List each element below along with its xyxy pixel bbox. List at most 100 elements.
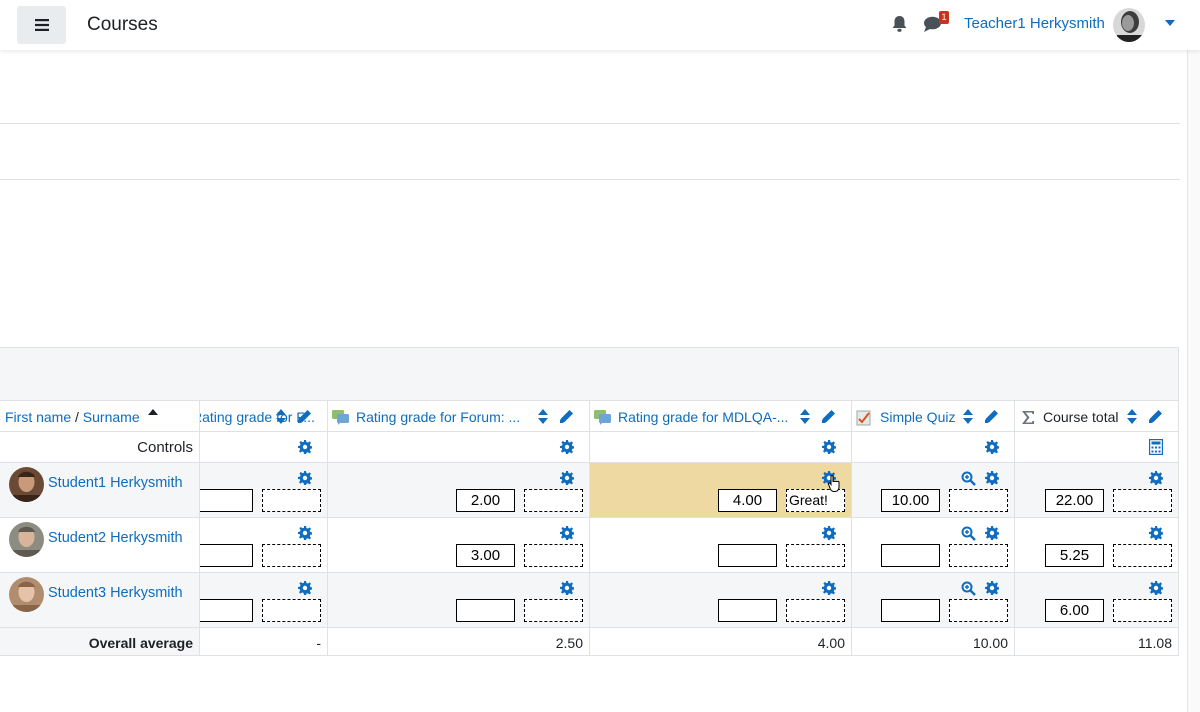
student-name-link[interactable]: Student2 Herkysmith	[48, 530, 183, 546]
grade-input[interactable]	[881, 544, 940, 567]
grade-cell: 22.00	[1015, 463, 1179, 517]
sort-icon[interactable]	[800, 409, 810, 424]
user-avatar[interactable]	[1113, 8, 1145, 42]
grade-cell	[852, 518, 1015, 572]
page-scrollbar[interactable]	[1187, 50, 1200, 712]
gear-icon[interactable]	[822, 440, 836, 454]
grade-input[interactable]	[718, 544, 777, 567]
grade-input[interactable]	[456, 599, 515, 622]
col5-header-label: Course total	[1043, 409, 1119, 425]
feedback-input[interactable]	[262, 544, 321, 567]
grade-cell: 2.00	[328, 463, 590, 517]
sort-icon[interactable]	[963, 409, 973, 424]
bell-icon[interactable]	[891, 15, 908, 33]
col2-header-link[interactable]: Rating grade for Forum: ...	[356, 409, 520, 425]
grade-input[interactable]: 2.00	[456, 489, 515, 512]
grade-input[interactable]	[718, 599, 777, 622]
sort-first-name-link[interactable]: First name	[5, 409, 71, 425]
gear-icon[interactable]	[822, 581, 836, 595]
grade-cell: 10.00	[852, 463, 1015, 517]
user-menu-caret-icon[interactable]	[1165, 20, 1175, 26]
sort-icon[interactable]	[1127, 409, 1137, 424]
grade-cell: 6.00	[1015, 573, 1179, 627]
gear-icon[interactable]	[985, 440, 999, 454]
feedback-input[interactable]	[949, 544, 1008, 567]
grade-input[interactable]	[881, 599, 940, 622]
zoom-in-icon[interactable]	[961, 471, 976, 486]
student-avatar[interactable]	[9, 522, 44, 557]
feedback-input[interactable]	[1113, 544, 1172, 567]
feedback-input[interactable]	[786, 599, 845, 622]
feedback-input[interactable]: Great!	[786, 489, 845, 512]
gear-icon[interactable]	[298, 526, 312, 540]
grade-input[interactable]	[200, 544, 253, 567]
gear-icon[interactable]	[1149, 471, 1163, 485]
zoom-in-icon[interactable]	[961, 526, 976, 541]
sort-icon[interactable]	[276, 409, 286, 424]
student-name-link[interactable]: Student1 Herkysmith	[48, 475, 183, 491]
sort-icon[interactable]	[538, 409, 548, 424]
edit-pencil-icon[interactable]	[297, 409, 312, 424]
gear-icon[interactable]	[298, 581, 312, 595]
gear-icon[interactable]	[298, 471, 312, 485]
feedback-input[interactable]	[1113, 599, 1172, 622]
student-name-link[interactable]: Student3 Herkysmith	[48, 585, 183, 601]
student-avatar[interactable]	[9, 577, 44, 612]
col3-header-cell: Rating grade for MDLQA-...	[590, 401, 852, 431]
divider	[0, 179, 1180, 180]
grade-input[interactable]: 3.00	[456, 544, 515, 567]
grade-input[interactable]: 6.00	[1045, 599, 1104, 622]
overall-average-row: Overall average - 2.50 4.00 10.00 11.08	[0, 627, 1179, 656]
grade-cell	[200, 573, 328, 627]
gear-icon[interactable]	[560, 526, 574, 540]
grade-input[interactable]: 4.00	[718, 489, 777, 512]
gear-icon[interactable]	[822, 526, 836, 540]
gear-icon[interactable]	[1149, 581, 1163, 595]
gear-icon[interactable]	[560, 440, 574, 454]
gear-icon[interactable]	[985, 581, 999, 595]
sort-surname-link[interactable]: Surname	[83, 409, 140, 425]
feedback-input[interactable]	[524, 599, 583, 622]
grade-input[interactable]: 22.00	[1045, 489, 1104, 512]
feedback-input[interactable]	[949, 599, 1008, 622]
grade-input[interactable]	[200, 489, 253, 512]
grade-input[interactable]	[200, 599, 253, 622]
feedback-input[interactable]	[524, 489, 583, 512]
grade-cell: 3.00	[328, 518, 590, 572]
overall-average-label: Overall average	[88, 635, 193, 651]
average-value: 10.00	[972, 635, 1008, 651]
edit-pencil-icon[interactable]	[984, 409, 999, 424]
col4-header-link[interactable]: Simple Quiz	[880, 409, 955, 425]
feedback-input[interactable]	[262, 599, 321, 622]
calculator-icon[interactable]	[1149, 439, 1163, 455]
controls-label: Controls	[137, 439, 193, 456]
grade-input[interactable]: 10.00	[881, 489, 940, 512]
menu-button[interactable]	[17, 6, 66, 44]
gear-icon[interactable]	[560, 581, 574, 595]
feedback-input[interactable]	[949, 489, 1008, 512]
edit-pencil-icon[interactable]	[821, 409, 836, 424]
gear-icon[interactable]	[560, 471, 574, 485]
edit-pencil-icon[interactable]	[1148, 409, 1163, 424]
feedback-input[interactable]	[786, 544, 845, 567]
average-value: 4.00	[817, 635, 845, 651]
header-row: First name / Surname Rating grade for F.…	[0, 400, 1179, 431]
grade-cell: 5.25	[1015, 518, 1179, 572]
average-value: 11.08	[1138, 635, 1172, 651]
name-header-cell: First name / Surname	[0, 401, 200, 431]
col3-header-link[interactable]: Rating grade for MDLQA-...	[618, 409, 788, 425]
feedback-input[interactable]	[524, 544, 583, 567]
gear-icon[interactable]	[298, 440, 312, 454]
gear-icon[interactable]	[985, 471, 999, 485]
user-menu-name[interactable]: Teacher1 Herkysmith	[964, 15, 1105, 32]
hand-pointer-icon	[828, 475, 840, 492]
grade-cell: 4.00 Great!	[590, 463, 852, 517]
edit-pencil-icon[interactable]	[559, 409, 574, 424]
student-avatar[interactable]	[9, 467, 44, 502]
gear-icon[interactable]	[985, 526, 999, 540]
feedback-input[interactable]	[262, 489, 321, 512]
zoom-in-icon[interactable]	[961, 581, 976, 596]
feedback-input[interactable]	[1113, 489, 1172, 512]
gear-icon[interactable]	[1149, 526, 1163, 540]
grade-input[interactable]: 5.25	[1045, 544, 1104, 567]
